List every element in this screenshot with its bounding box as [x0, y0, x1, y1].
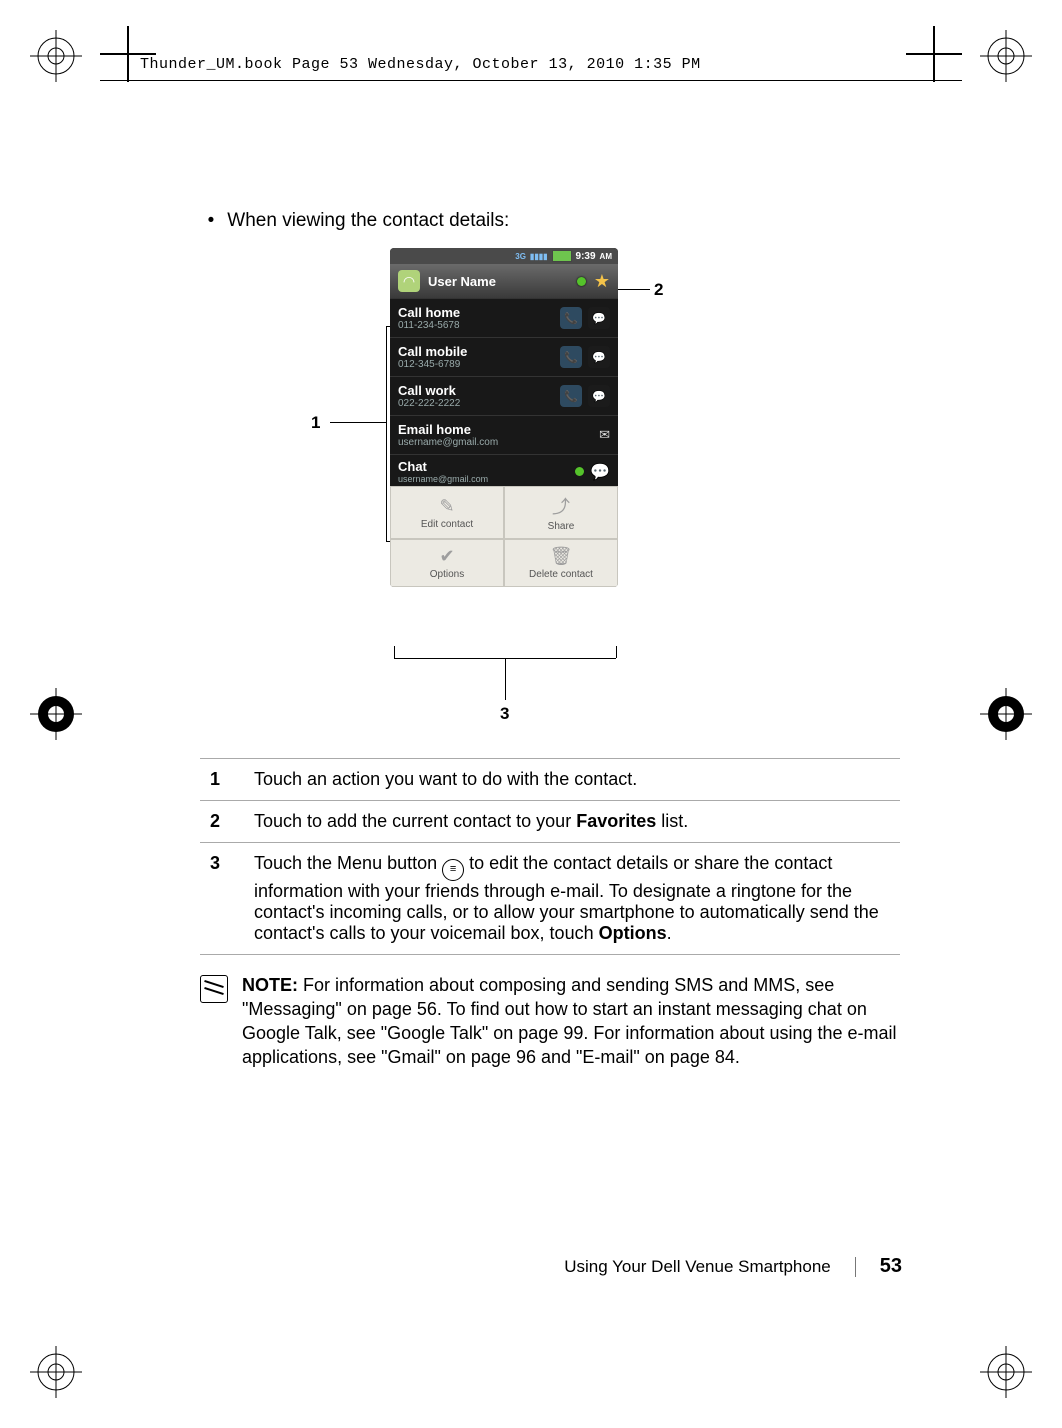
register-cross-icon — [906, 26, 962, 82]
page-number: 53 — [880, 1255, 902, 1278]
sms-icon[interactable]: 💬 — [588, 385, 610, 407]
contact-action-call-work[interactable]: Call work 022-222-2222 📞 💬 — [390, 376, 618, 415]
crop-mark-icon — [30, 688, 82, 740]
text-fragment: . — [667, 923, 672, 943]
presence-dot-icon — [577, 277, 586, 286]
bullet-text: When viewing the contact details: — [227, 210, 509, 231]
footer-separator — [855, 1257, 856, 1277]
action-title: Call mobile — [398, 344, 554, 359]
text-fragment: Touch to add the current contact to your — [254, 811, 576, 831]
source-file-line: Thunder_UM.book Page 53 Wednesday, Octob… — [140, 56, 701, 73]
signal-3g-indicator: 3G — [515, 252, 526, 261]
note-block: NOTE: For information about composing an… — [200, 973, 900, 1070]
note-label: NOTE: — [242, 975, 298, 995]
callout-table: 1 Touch an action you want to do with th… — [200, 758, 900, 955]
favorite-star-icon[interactable]: ★ — [594, 274, 610, 288]
callout-2-label: 2 — [654, 280, 663, 300]
status-bar: 3G ▮▮▮▮ 9:39 AM — [390, 248, 618, 264]
contact-action-call-mobile[interactable]: Call mobile 012-345-6789 📞 💬 — [390, 337, 618, 376]
header-rule — [100, 80, 962, 81]
check-icon: ✔ — [439, 546, 454, 567]
phone-icon[interactable]: 📞 — [560, 385, 582, 407]
action-title: Chat — [398, 459, 575, 474]
menu-share[interactable]: ⤴ Share — [504, 486, 618, 539]
callout-3-label: 3 — [500, 704, 509, 724]
menu-options[interactable]: ✔ Options — [390, 539, 504, 587]
callout-line — [616, 646, 617, 658]
options-menu: ✎ Edit contact ⤴ Share ✔ Options 🗑 Delet… — [390, 486, 618, 587]
menu-button-icon: ≡ — [442, 859, 464, 881]
signal-bars-icon: ▮▮▮▮ — [530, 252, 548, 261]
page-footer: Using Your Dell Venue Smartphone 53 — [564, 1255, 902, 1278]
note-text: NOTE: For information about composing an… — [242, 973, 900, 1070]
footer-section: Using Your Dell Venue Smartphone — [564, 1257, 831, 1277]
callout-number: 2 — [200, 801, 244, 843]
callout-number: 1 — [200, 759, 244, 801]
table-row: 1 Touch an action you want to do with th… — [200, 759, 900, 801]
action-subtitle: 012-345-6789 — [398, 359, 554, 370]
crop-mark-icon — [30, 1346, 82, 1398]
callout-line — [505, 658, 506, 700]
action-subtitle: 011-234-5678 — [398, 320, 554, 331]
status-time: 9:39 — [576, 251, 596, 262]
contact-name: User Name — [428, 274, 569, 289]
bullet-item: • When viewing the contact details: — [200, 210, 900, 232]
register-cross-icon — [100, 26, 156, 82]
contact-action-chat[interactable]: Chat username@gmail.com 💬 — [390, 454, 618, 486]
callout-line — [330, 422, 386, 423]
table-row: 3 Touch the Menu button ≡ to edit the co… — [200, 843, 900, 955]
callout-1-label: 1 — [311, 413, 320, 433]
crop-mark-icon — [980, 30, 1032, 82]
contact-action-email-home[interactable]: Email home username@gmail.com ✉ — [390, 415, 618, 454]
action-subtitle: username@gmail.com — [398, 437, 599, 448]
action-title: Call work — [398, 383, 554, 398]
avatar-icon: ◠ — [398, 270, 420, 292]
menu-label: Options — [430, 569, 464, 580]
callout-text: Touch to add the current contact to your… — [244, 801, 900, 843]
phone-icon[interactable]: 📞 — [560, 346, 582, 368]
action-subtitle: 022-222-2222 — [398, 398, 554, 409]
callout-text: Touch an action you want to do with the … — [244, 759, 900, 801]
menu-label: Delete contact — [529, 569, 593, 580]
trash-icon: 🗑 — [550, 546, 573, 567]
bullet-icon: • — [200, 210, 222, 232]
sms-icon[interactable]: 💬 — [588, 346, 610, 368]
contact-header: ◠ User Name ★ — [390, 264, 618, 298]
callout-line — [394, 658, 616, 659]
action-title: Call home — [398, 305, 554, 320]
menu-label: Share — [548, 521, 575, 532]
status-ampm: AM — [600, 252, 612, 261]
share-icon: ⤴ — [552, 493, 570, 519]
phone-screenshot: 3G ▮▮▮▮ 9:39 AM ◠ User Name ★ Call home 0… — [390, 248, 618, 587]
crop-mark-icon — [980, 1346, 1032, 1398]
crop-mark-icon — [30, 30, 82, 82]
text-fragment: Touch the Menu button — [254, 853, 442, 873]
bold-text: Options — [599, 923, 667, 943]
chat-bubble-icon[interactable]: 💬 — [590, 462, 610, 482]
callout-text: Touch the Menu button ≡ to edit the cont… — [244, 843, 900, 955]
email-icon[interactable]: ✉ — [599, 427, 610, 443]
menu-delete-contact[interactable]: 🗑 Delete contact — [504, 539, 618, 587]
phone-icon[interactable]: 📞 — [560, 307, 582, 329]
callout-number: 3 — [200, 843, 244, 955]
sms-icon[interactable]: 💬 — [588, 307, 610, 329]
bold-text: Favorites — [576, 811, 656, 831]
table-row: 2 Touch to add the current contact to yo… — [200, 801, 900, 843]
crop-mark-icon — [980, 688, 1032, 740]
note-body: For information about composing and send… — [242, 975, 897, 1068]
note-icon — [200, 975, 228, 1003]
menu-label: Edit contact — [421, 519, 473, 530]
text-fragment: list. — [656, 811, 688, 831]
presence-dot-icon — [575, 467, 584, 476]
menu-edit-contact[interactable]: ✎ Edit contact — [390, 486, 504, 539]
callout-line — [386, 326, 387, 541]
battery-icon — [552, 250, 572, 262]
action-title: Email home — [398, 422, 599, 437]
action-subtitle: username@gmail.com — [398, 474, 575, 484]
pencil-icon: ✎ — [439, 496, 454, 517]
figure-area: 1 2 3 3G ▮▮▮▮ 9:39 AM ◠ User Name ★ — [200, 248, 900, 728]
contact-action-call-home[interactable]: Call home 011-234-5678 📞 💬 — [390, 298, 618, 337]
callout-line — [394, 646, 395, 658]
